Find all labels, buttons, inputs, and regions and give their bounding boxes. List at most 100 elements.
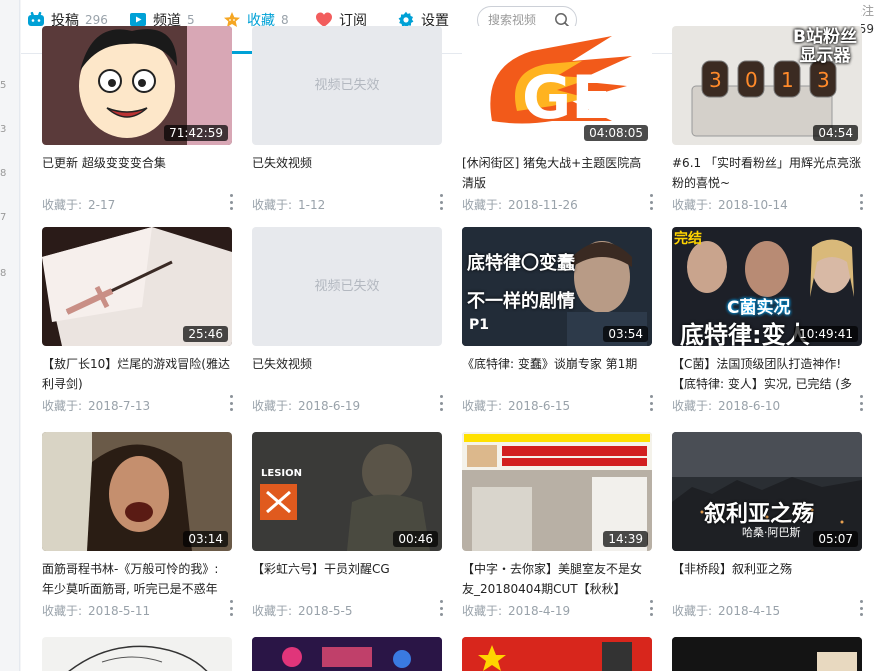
video-duration: 25:46 xyxy=(183,326,228,342)
video-card[interactable]: GE 04:08:05 [休闲街区] 猪兔大战+主题医院高清版 收藏于: 2018… xyxy=(462,26,654,226)
fav-date: 2018-6-10 xyxy=(718,399,781,413)
video-card[interactable]: 3013 B站粉丝显示器 04:54 #6.1 「实时看粉丝」用辉光点亮涨粉的喜… xyxy=(672,26,864,226)
video-title[interactable]: 已更新 超级变变变合集 xyxy=(42,153,232,173)
video-card[interactable] xyxy=(252,637,442,671)
video-title[interactable]: 【中字・去你家】美腿室友不是女友_20180404期CUT【秋秋】 xyxy=(462,559,652,599)
video-meta: 收藏于: 2018-11-26 xyxy=(462,196,652,213)
video-thumbnail[interactable] xyxy=(462,637,652,671)
video-thumbnail[interactable]: 14:39 xyxy=(462,432,652,551)
video-meta: 收藏于: 2018-5-11 xyxy=(42,602,232,619)
fav-date: 2018-5-5 xyxy=(298,604,353,618)
video-title[interactable]: 【敖厂长10】烂尾的游戏冒险(雅达利寻剑) xyxy=(42,354,232,394)
more-icon[interactable] xyxy=(228,600,234,616)
flag-thumbnail xyxy=(462,637,652,671)
video-card[interactable]: 71:42:59 已更新 超级变变变合集 收藏于: 2-17 xyxy=(42,26,234,226)
invalid-text: 视频已失效 xyxy=(314,279,380,294)
fav-date: 2018-11-26 xyxy=(508,198,578,212)
video-title[interactable]: #6.1 「实时看粉丝」用辉光点亮涨粉的喜悦~ xyxy=(672,153,862,193)
more-icon[interactable] xyxy=(438,395,444,411)
more-icon[interactable] xyxy=(438,600,444,616)
fav-date: 2018-7-13 xyxy=(88,399,151,413)
more-icon[interactable] xyxy=(858,194,864,210)
video-title[interactable]: 【C菌】法国顶级团队打造神作!【底特律: 变人】实况, 已完结 (多 xyxy=(672,354,862,394)
video-duration: 04:08:05 xyxy=(584,125,648,141)
video-thumbnail[interactable]: 视频已失效 xyxy=(252,227,442,346)
thumbnail-caption: B站粉丝显示器 xyxy=(793,27,857,66)
thumbnail-caption: 完结 xyxy=(674,231,702,247)
video-duration: 14:39 xyxy=(603,531,648,547)
more-icon[interactable] xyxy=(438,194,444,210)
video-title[interactable]: [休闲街区] 猪兔大战+主题医院高清版 xyxy=(462,153,652,193)
video-thumbnail[interactable]: GE 04:08:05 xyxy=(462,26,652,145)
main-panel: 投稿 296 频道 5 收藏 8 订阅 设置 搜索视频 71:42:59 已更新… xyxy=(21,0,864,671)
video-card[interactable]: 03:14 面筋哥程书林-《万般可怜的我》: 年少莫听面筋哥, 听完已是不惑年 … xyxy=(42,432,234,632)
video-card[interactable]: 底特律〇变蠢 不一样的剧情 P1 03:54 《底特律: 变蠢》谈崩专家 第1期… xyxy=(462,227,654,427)
video-title[interactable]: 《底特律: 变蠢》谈崩专家 第1期 xyxy=(462,354,652,374)
video-thumbnail[interactable] xyxy=(672,637,862,671)
fav-label: 收藏于: xyxy=(462,604,503,618)
fav-label: 收藏于: xyxy=(672,399,713,413)
video-thumbnail[interactable]: 25:46 xyxy=(42,227,232,346)
video-meta: 收藏于: 2018-6-10 xyxy=(672,397,862,414)
video-thumbnail[interactable]: 叙利亚之殇 哈桑·阿巴斯 05:07 xyxy=(672,432,862,551)
video-card[interactable]: 叙利亚之殇 哈桑·阿巴斯 05:07 【非桥段】叙利亚之殇 收藏于: 2018-4… xyxy=(672,432,864,632)
video-card[interactable]: 25:46 【敖厂长10】烂尾的游戏冒险(雅达利寻剑) 收藏于: 2018-7-1… xyxy=(42,227,234,427)
video-title[interactable]: 面筋哥程书林-《万般可怜的我》: 年少莫听面筋哥, 听完已是不惑年 xyxy=(42,559,232,599)
svg-text:3: 3 xyxy=(817,68,830,92)
video-card[interactable]: LESION 00:46 【彩虹六号】干员刘醒CG 收藏于: 2018-5-5 xyxy=(252,432,444,632)
left-mark: 7 xyxy=(0,212,7,223)
video-thumbnail[interactable]: 3013 B站粉丝显示器 04:54 xyxy=(672,26,862,145)
thumbnail-caption: LESION xyxy=(261,468,302,479)
video-card[interactable]: 视频已失效 已失效视频 收藏于: 2018-6-19 xyxy=(252,227,444,427)
video-duration: 05:07 xyxy=(813,531,858,547)
video-card[interactable] xyxy=(42,637,232,671)
video-thumbnail[interactable]: 03:14 xyxy=(42,432,232,551)
fav-label: 收藏于: xyxy=(252,399,293,413)
more-icon[interactable] xyxy=(648,395,654,411)
svg-text:GE: GE xyxy=(522,63,612,133)
video-card[interactable]: 14:39 【中字・去你家】美腿室友不是女友_20180404期CUT【秋秋】 … xyxy=(462,432,654,632)
video-thumbnail[interactable] xyxy=(42,637,232,671)
more-icon[interactable] xyxy=(648,194,654,210)
more-icon[interactable] xyxy=(228,194,234,210)
video-thumbnail[interactable]: 底特律〇变蠢 不一样的剧情 P1 03:54 xyxy=(462,227,652,346)
thumbnail-caption: 底特律:变人 xyxy=(680,321,810,346)
video-thumbnail[interactable]: 视频已失效 xyxy=(252,26,442,145)
video-meta: 收藏于: 2018-7-13 xyxy=(42,397,232,414)
fav-date: 2018-5-11 xyxy=(88,604,151,618)
video-title[interactable]: 【非桥段】叙利亚之殇 xyxy=(672,559,862,579)
fav-date: 2018-6-15 xyxy=(508,399,571,413)
video-meta: 收藏于: 2018-5-5 xyxy=(252,602,442,619)
svg-text:0: 0 xyxy=(745,68,758,92)
sketch-thumbnail xyxy=(68,645,208,671)
video-title[interactable]: 【彩虹六号】干员刘醒CG xyxy=(252,559,442,579)
video-thumbnail[interactable]: 71:42:59 xyxy=(42,26,232,145)
tab-channels-count: 5 xyxy=(187,13,195,27)
svg-text:1: 1 xyxy=(781,68,794,92)
dark-thumbnail xyxy=(672,637,862,671)
video-title[interactable]: 已失效视频 xyxy=(252,354,442,374)
thumbnail-caption: P1 xyxy=(469,317,490,333)
left-mark: 8 xyxy=(0,168,7,179)
video-meta: 收藏于: 1-12 xyxy=(252,196,442,213)
left-mark: 5 xyxy=(0,80,7,91)
video-card[interactable] xyxy=(462,637,652,671)
video-thumbnail[interactable]: 完结 C菌实况 底特律:变人 10:49:41 xyxy=(672,227,862,346)
more-icon[interactable] xyxy=(858,600,864,616)
video-card[interactable] xyxy=(672,637,862,671)
more-icon[interactable] xyxy=(858,395,864,411)
fav-label: 收藏于: xyxy=(42,198,83,212)
search-input[interactable] xyxy=(488,13,558,27)
video-card[interactable]: 完结 C菌实况 底特律:变人 10:49:41 【C菌】法国顶级团队打造神作!【… xyxy=(672,227,864,427)
left-gutter: 5 3 8 7 8 xyxy=(0,0,20,671)
more-icon[interactable] xyxy=(228,395,234,411)
video-thumbnail[interactable]: LESION 00:46 xyxy=(252,432,442,551)
video-meta: 收藏于: 2018-4-15 xyxy=(672,602,862,619)
video-card[interactable]: 视频已失效 已失效视频 收藏于: 1-12 xyxy=(252,26,444,226)
more-icon[interactable] xyxy=(648,600,654,616)
fav-label: 收藏于: xyxy=(672,198,713,212)
video-thumbnail[interactable] xyxy=(252,637,442,671)
video-title[interactable]: 已失效视频 xyxy=(252,153,442,173)
video-meta: 收藏于: 2018-10-14 xyxy=(672,196,862,213)
video-duration: 04:54 xyxy=(813,125,858,141)
